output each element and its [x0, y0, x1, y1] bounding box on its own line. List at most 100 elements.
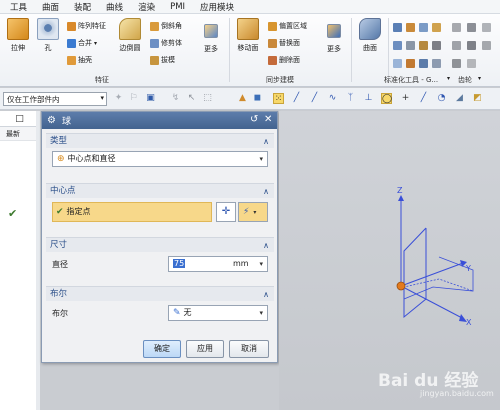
gear-icon[interactable]: ⚙: [47, 115, 56, 126]
ok-button[interactable]: 确定: [143, 340, 181, 358]
size-section-header[interactable]: 尺寸 ∧: [46, 237, 274, 252]
tool-icon[interactable]: [393, 23, 402, 32]
tool-icon[interactable]: [393, 41, 402, 50]
hole-button[interactable]: 孔: [34, 18, 62, 53]
chevron-up-icon[interactable]: ∧: [263, 238, 269, 253]
menu-assembly[interactable]: 装配: [74, 1, 91, 13]
unite-button[interactable]: 合并 ▾: [67, 38, 97, 48]
snap-line-icon[interactable]: ╱: [291, 93, 302, 104]
chevron-down-icon[interactable]: ▾: [478, 75, 481, 82]
ribbon-separator: [388, 18, 389, 82]
chevron-up-icon[interactable]: ∧: [263, 287, 269, 302]
gear-tool-icon[interactable]: [452, 59, 461, 68]
shell-icon: [67, 55, 76, 65]
snap-endpoint-icon[interactable]: ▲: [237, 93, 248, 104]
snap-edge-icon[interactable]: ╱: [309, 93, 320, 104]
reset-icon[interactable]: ↺: [250, 114, 258, 125]
chamfer-button[interactable]: 倒斜角: [150, 21, 182, 31]
gear-tool-icon[interactable]: [467, 41, 476, 50]
move-face-button[interactable]: 移动面: [234, 18, 262, 53]
features-more-button[interactable]: 更多: [197, 18, 225, 54]
chevron-up-icon[interactable]: ∧: [263, 134, 269, 149]
navigator-scrollbar[interactable]: [36, 111, 40, 410]
navigator-column-latest[interactable]: 最新: [0, 127, 39, 141]
replace-face-button[interactable]: 替换面: [268, 38, 300, 48]
curve-rule-icon[interactable]: ↯: [170, 93, 181, 104]
specify-point-label: 指定点: [66, 207, 91, 216]
point-dialog-icon[interactable]: ✛: [216, 202, 236, 222]
snap-bounded-icon[interactable]: ◩: [472, 93, 483, 104]
menu-surface[interactable]: 曲面: [42, 1, 59, 13]
type-section-header[interactable]: 类型 ∧: [46, 133, 274, 148]
arrow-icon[interactable]: ↖: [186, 93, 197, 104]
tool-icon[interactable]: [419, 41, 428, 50]
selection-scope-value: 仅在工作部件内: [7, 95, 60, 104]
gear-tool-icon[interactable]: [452, 23, 461, 32]
menu-render[interactable]: 渲染: [138, 1, 155, 13]
gear-group-label[interactable]: 齿轮: [458, 75, 472, 85]
menu-pmi[interactable]: PMI: [170, 2, 185, 12]
rect-select-icon[interactable]: ⬚: [202, 93, 213, 104]
snap-cube-icon[interactable]: ◼: [252, 93, 263, 104]
snap-face-icon[interactable]: ◢: [454, 93, 465, 104]
tool-icon[interactable]: [406, 41, 415, 50]
snap-intersection-icon[interactable]: ⊥: [363, 93, 374, 104]
trim-body-button[interactable]: 修剪体: [150, 38, 182, 48]
snap-point-on-curve-icon[interactable]: ╱: [418, 93, 429, 104]
snap-curve-icon[interactable]: ∿: [327, 93, 338, 104]
snap-icon[interactable]: ✦: [113, 93, 124, 104]
snap-quadrant-icon[interactable]: ◔: [436, 93, 447, 104]
gear-tool-icon[interactable]: [452, 41, 461, 50]
chevron-up-icon[interactable]: ∧: [263, 184, 269, 199]
diameter-input[interactable]: 75 mm ▾: [168, 256, 268, 272]
chevron-down-icon[interactable]: ▾: [447, 75, 450, 82]
selection-scope-dropdown[interactable]: 仅在工作部件内 ▾: [3, 92, 107, 106]
snap-tangent-icon[interactable]: ᛉ: [345, 93, 356, 104]
delete-face-button[interactable]: 删除面: [268, 55, 300, 65]
point-inference-dropdown[interactable]: ⚡ ▾: [238, 202, 268, 222]
snap-center-icon[interactable]: ◯: [381, 93, 392, 104]
standard-tools-group-label[interactable]: 标准化工具 - G...: [384, 75, 438, 85]
tool-icon[interactable]: [432, 41, 441, 50]
tool-icon[interactable]: [406, 23, 415, 32]
pattern-button[interactable]: 阵列特征: [67, 21, 106, 31]
dialog-titlebar[interactable]: ⚙ 球 ↺ ✕: [42, 112, 277, 129]
menu-applications[interactable]: 应用模块: [200, 1, 234, 13]
tool-icon[interactable]: [393, 59, 402, 68]
offset-region-label: 偏置区域: [279, 22, 307, 30]
snap-midpoint-icon[interactable]: ⁙: [273, 93, 284, 104]
gear-tool-icon[interactable]: [482, 23, 491, 32]
pattern-label: 阵列特征: [78, 22, 106, 30]
shell-button[interactable]: 抽壳: [67, 55, 92, 65]
tool-icon[interactable]: [406, 59, 415, 68]
sync-more-button[interactable]: 更多: [320, 18, 348, 54]
specify-point-row[interactable]: ✔ 指定点: [52, 202, 212, 222]
navigator-header-checkbox[interactable]: □: [0, 111, 39, 127]
menu-curve[interactable]: 曲线: [106, 1, 123, 13]
draft-button[interactable]: 拔模: [150, 55, 175, 65]
tool-icon[interactable]: [432, 59, 441, 68]
type-dropdown[interactable]: ⊕ 中心点和直径 ▾: [52, 151, 268, 167]
gear-tool-icon[interactable]: [467, 23, 476, 32]
filter-icon[interactable]: ⚐: [128, 93, 139, 104]
menu-tools[interactable]: 工具: [10, 1, 27, 13]
tool-icon[interactable]: [419, 23, 428, 32]
extrude-button[interactable]: 拉伸: [4, 18, 32, 53]
close-icon[interactable]: ✕: [264, 114, 272, 125]
check-icon: ✔: [56, 207, 64, 217]
apply-button[interactable]: 应用: [186, 340, 224, 358]
select-icon[interactable]: ▣: [145, 93, 156, 104]
gear-tool-icon[interactable]: [482, 41, 491, 50]
tool-icon[interactable]: [432, 23, 441, 32]
surface-button[interactable]: 曲面: [356, 18, 384, 53]
snap-cross-icon[interactable]: +: [400, 93, 411, 104]
gear-tool-icon[interactable]: [467, 59, 476, 68]
offset-region-button[interactable]: 偏置区域: [268, 21, 307, 31]
boolean-section-header[interactable]: 布尔 ∧: [46, 286, 274, 301]
cancel-button[interactable]: 取消: [229, 340, 269, 358]
center-section-header[interactable]: 中心点 ∧: [46, 183, 274, 198]
boolean-dropdown[interactable]: ✎ 无 ▾: [168, 305, 268, 321]
tool-icon[interactable]: [419, 59, 428, 68]
edge-blend-button[interactable]: 边倒圆: [116, 18, 144, 53]
origin-point[interactable]: [396, 281, 406, 291]
